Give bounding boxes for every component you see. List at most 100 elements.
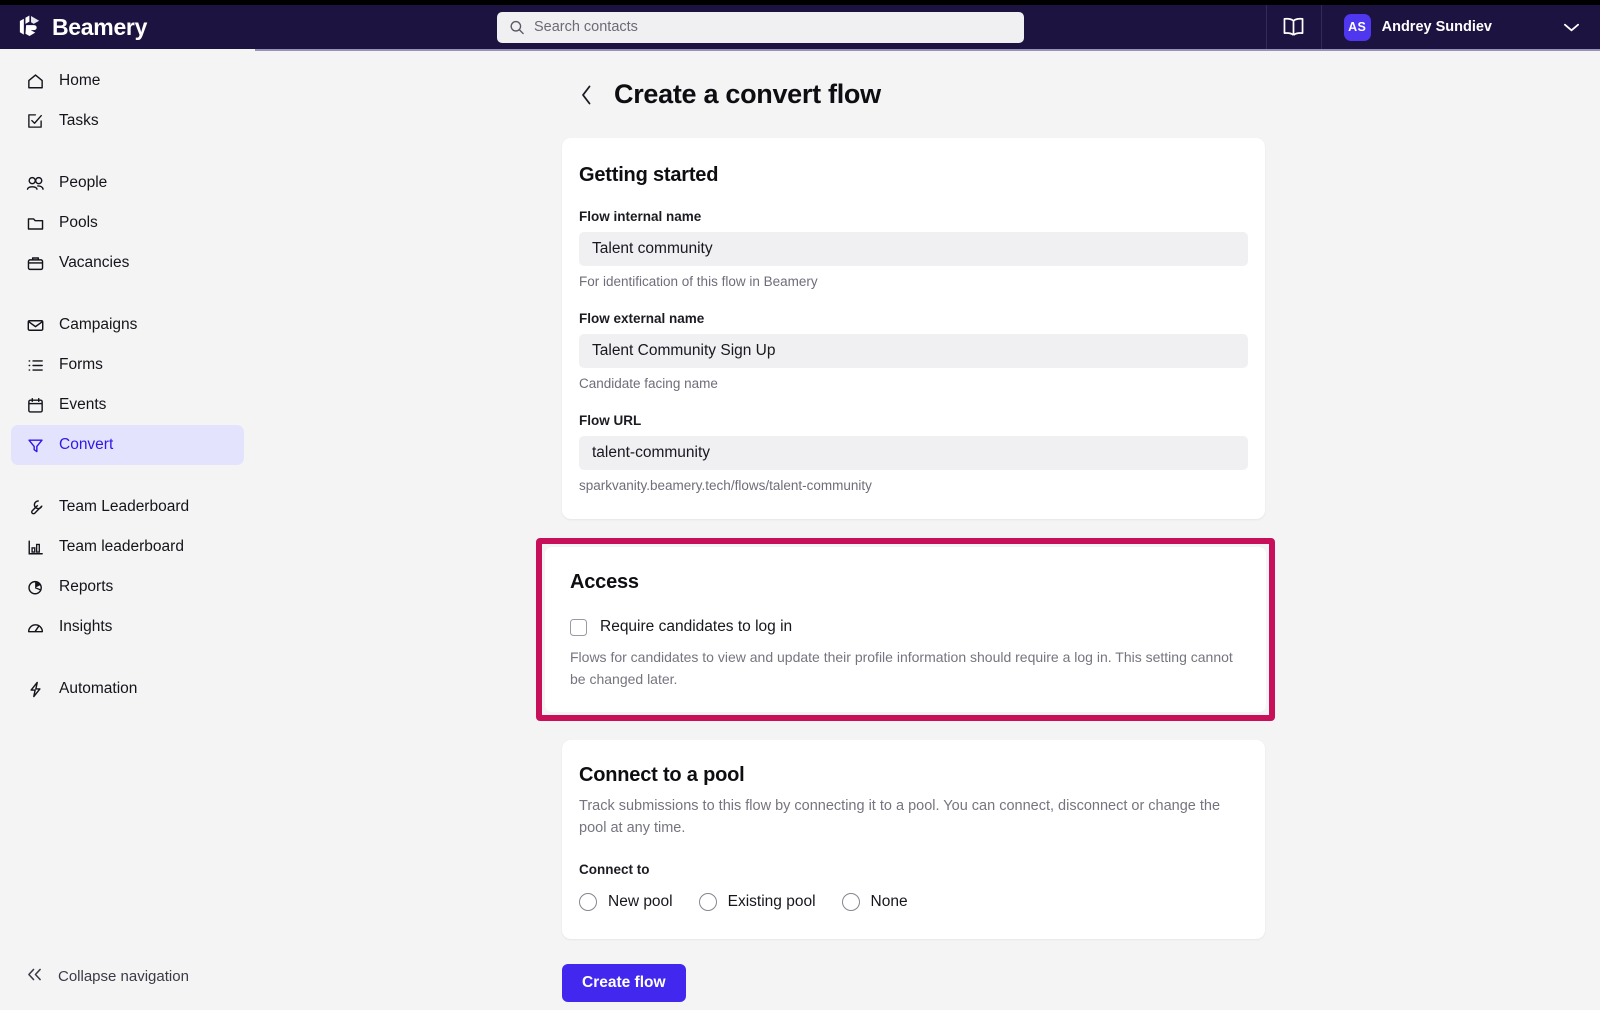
app-body: Home Tasks People Pools Vacancies Campai…	[0, 49, 1600, 1010]
sidebar-item-pools[interactable]: Pools	[11, 203, 244, 243]
collapse-navigation-button[interactable]: Collapse navigation	[11, 956, 244, 996]
sidebar-item-vacancies[interactable]: Vacancies	[11, 243, 244, 283]
connect-pool-description: Track submissions to this flow by connec…	[579, 798, 1221, 837]
avatar: AS	[1343, 13, 1371, 41]
sidebar-item-label: Events	[59, 396, 107, 413]
sidebar-item-forms[interactable]: Forms	[11, 345, 244, 385]
sidebar-item-home[interactable]: Home	[11, 61, 244, 101]
sidebar-item-label: Convert	[59, 436, 114, 453]
radio-none[interactable]	[841, 892, 860, 911]
sidebar-item-team-leaderboard-tools[interactable]: Team Leaderboard	[11, 487, 244, 527]
access-highlight-box: Access Require candidates to log in Flow…	[536, 538, 1275, 722]
main-content: Create a convert flow Getting started Fl…	[255, 49, 1600, 1010]
sidebar-item-label: Reports	[59, 578, 114, 595]
sidebar-item-label: Campaigns	[59, 316, 138, 333]
require-login-row[interactable]: Require candidates to log in	[570, 618, 1249, 636]
flow-url-input[interactable]: talent-community	[579, 436, 1248, 470]
flow-external-name-label: Flow external name	[579, 311, 705, 326]
chevron-down-icon	[1563, 23, 1580, 31]
page-title: Create a convert flow	[614, 79, 881, 109]
access-help-text: Flows for candidates to view and update …	[570, 649, 1233, 687]
sidebar-item-label: Forms	[59, 356, 103, 373]
radio-new-pool[interactable]	[579, 892, 597, 911]
page-header: Create a convert flow	[575, 79, 1600, 110]
radio-existing-pool[interactable]	[698, 892, 717, 911]
briefcase-icon	[25, 253, 45, 273]
flow-internal-name-input[interactable]: Talent community	[579, 232, 1248, 266]
sidebar-item-events[interactable]: Events	[11, 385, 244, 425]
sidebar-item-label: Vacancies	[59, 254, 130, 271]
radio-option-existing-pool[interactable]: Existing pool	[698, 892, 816, 911]
sidebar-item-label: Team Leaderboard	[59, 498, 190, 515]
folder-icon	[25, 213, 45, 233]
require-login-label: Require candidates to log in	[600, 618, 793, 635]
flow-external-name-input[interactable]: Talent Community Sign Up	[579, 334, 1248, 368]
connect-to-label: Connect to	[579, 861, 650, 877]
chevron-left-icon	[581, 85, 590, 104]
sidebar-item-label: People	[59, 174, 108, 191]
sidebar-item-label: Pools	[59, 214, 98, 231]
gauge-icon	[25, 617, 45, 637]
access-heading: Access	[570, 571, 639, 593]
flow-internal-name-helper: For identification of this flow in Beame…	[579, 274, 818, 289]
list-icon	[25, 355, 45, 375]
header-search-zone	[255, 11, 1266, 43]
sidebar-item-campaigns[interactable]: Campaigns	[11, 305, 244, 345]
funnel-icon	[25, 435, 45, 455]
form-footer: Create flow	[562, 939, 1600, 1002]
search-box[interactable]	[496, 11, 1024, 43]
user-menu[interactable]: AS Andrey Sundiev	[1322, 5, 1600, 49]
knowledge-base-button[interactable]	[1267, 5, 1321, 49]
radio-existing-pool-label: Existing pool	[727, 892, 816, 910]
calendar-icon	[25, 395, 45, 415]
sidebar-item-automation[interactable]: Automation	[11, 669, 244, 709]
sidebar-item-insights[interactable]: Insights	[11, 607, 244, 647]
tasks-icon	[25, 111, 45, 131]
require-login-checkbox[interactable]	[570, 618, 587, 636]
search-input[interactable]	[533, 19, 1012, 35]
connect-to-radio-group: New pool Existing pool None	[579, 892, 1248, 911]
brand-logo[interactable]: Beamery	[0, 5, 255, 49]
double-chevron-left-icon	[25, 967, 44, 986]
lightning-icon	[25, 679, 45, 699]
getting-started-heading: Getting started	[579, 164, 719, 186]
sidebar-item-reports[interactable]: Reports	[11, 567, 244, 607]
sidebar-item-label: Automation	[59, 680, 138, 697]
envelope-icon	[25, 315, 45, 335]
radio-option-none[interactable]: None	[841, 892, 908, 911]
create-flow-button[interactable]: Create flow	[562, 963, 686, 1002]
sidebar-item-people[interactable]: People	[11, 163, 244, 203]
beamery-cube-logo-icon	[19, 15, 40, 36]
sidebar-item-label: Insights	[59, 618, 113, 635]
sidebar-item-label: Team leaderboard	[59, 538, 184, 555]
sidebar: Home Tasks People Pools Vacancies Campai…	[0, 49, 255, 1010]
form-cards: Getting started Flow internal name Talen…	[536, 138, 1275, 939]
pie-chart-icon	[25, 577, 45, 597]
book-icon	[1283, 17, 1304, 36]
sidebar-item-label: Tasks	[59, 112, 99, 129]
radio-option-new-pool[interactable]: New pool	[579, 892, 673, 911]
sidebar-item-tasks[interactable]: Tasks	[11, 101, 244, 141]
sidebar-item-team-leaderboard-stats[interactable]: Team leaderboard	[11, 527, 244, 567]
sidebar-item-convert[interactable]: Convert	[11, 425, 244, 465]
back-button[interactable]	[575, 82, 597, 108]
home-icon	[25, 71, 45, 91]
people-icon	[25, 173, 45, 193]
flow-external-name-helper: Candidate facing name	[579, 376, 718, 391]
collapse-navigation-label: Collapse navigation	[58, 967, 189, 985]
flow-url-helper: sparkvanity.beamery.tech/flows/talent-co…	[579, 478, 872, 493]
flow-url-label: Flow URL	[579, 413, 642, 428]
radio-none-label: None	[870, 892, 908, 910]
radio-new-pool-label: New pool	[608, 892, 673, 910]
sidebar-item-label: Home	[59, 72, 101, 89]
wrench-icon	[25, 497, 45, 517]
connect-pool-card: Connect to a pool Track submissions to t…	[562, 740, 1265, 939]
bar-chart-icon	[25, 537, 45, 557]
search-icon	[510, 20, 524, 34]
getting-started-card: Getting started Flow internal name Talen…	[562, 138, 1265, 519]
